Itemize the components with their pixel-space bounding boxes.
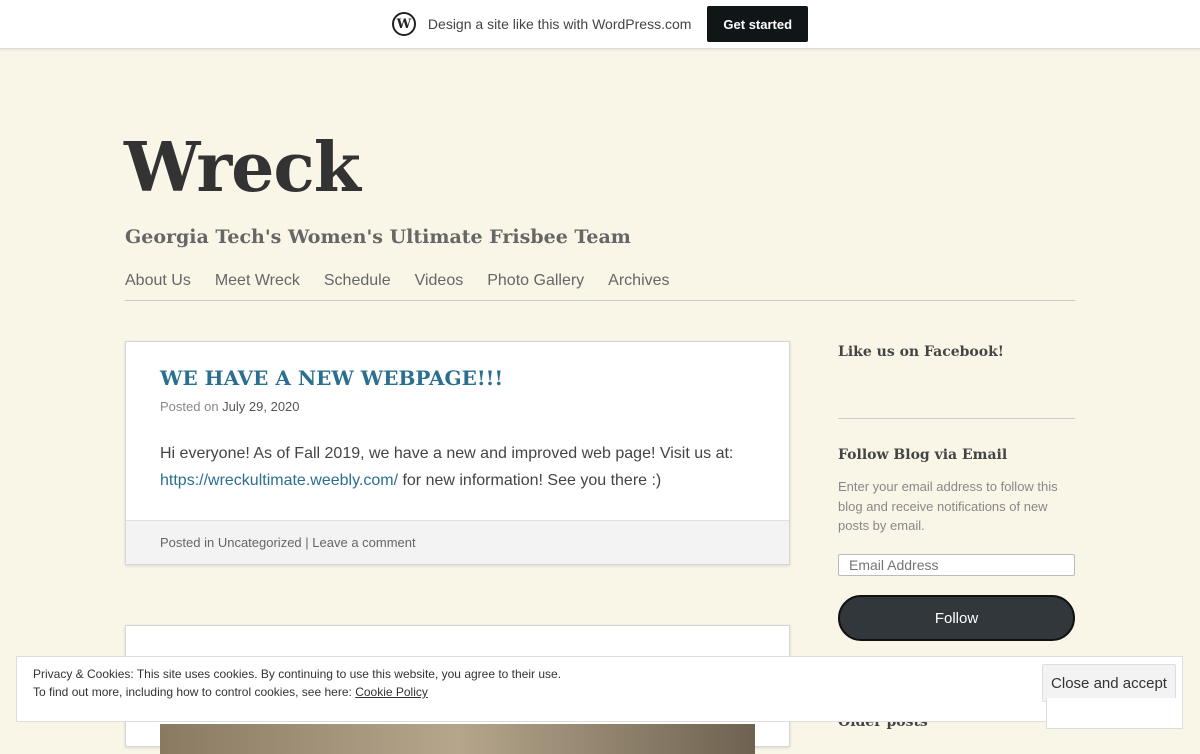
weebly-link[interactable]: https://wreckultimate.weebly.com/	[160, 472, 398, 489]
post-title[interactable]: WE HAVE A NEW WEBPAGE!!!	[160, 366, 503, 390]
cookie-policy-link[interactable]: Cookie Policy	[355, 685, 428, 699]
posted-in-label: Posted in	[160, 535, 215, 550]
sidebar-divider	[838, 418, 1075, 419]
wordpress-logo-icon[interactable]: W	[391, 12, 416, 36]
footer-separator: |	[305, 535, 309, 550]
close-and-accept-button[interactable]: Close and accept	[1042, 664, 1176, 702]
site-description: Georgia Tech's Women's Ultimate Frisbee …	[125, 226, 631, 248]
cookie-line-2: To find out more, including how to contr…	[33, 683, 561, 701]
nav-item-about-us[interactable]: About Us	[125, 272, 191, 300]
floating-follow-widget[interactable]	[1046, 698, 1183, 729]
nav-item-videos[interactable]: Videos	[415, 272, 464, 300]
cookie-line-2-text: To find out more, including how to contr…	[33, 685, 356, 699]
follow-button[interactable]: Follow	[838, 595, 1075, 641]
cookie-line-1: Privacy & Cookies: This site uses cookie…	[33, 667, 562, 681]
nav-item-meet-wreck[interactable]: Meet Wreck	[215, 272, 300, 300]
posted-on-label: Posted on	[160, 399, 219, 414]
post-date-link[interactable]: July 29, 2020	[222, 399, 299, 414]
leave-comment-link[interactable]: Leave a comment	[312, 535, 415, 550]
promo-text: Design a site like this with WordPress.c…	[427, 16, 692, 32]
follow-widget-title: Follow Blog via Email	[838, 447, 1008, 463]
facebook-widget-title: Like us on Facebook!	[838, 344, 1004, 360]
category-link[interactable]: Uncategorized	[218, 535, 302, 550]
post-content: Hi everyone! As of Fall 2019, we have a …	[160, 440, 760, 494]
post-image	[160, 724, 755, 754]
nav-item-archives[interactable]: Archives	[608, 272, 669, 300]
cookie-text: Privacy & Cookies: This site uses cookie…	[33, 665, 561, 701]
nav-item-photo-gallery[interactable]: Photo Gallery	[487, 272, 584, 300]
get-started-button[interactable]: Get started	[707, 6, 809, 42]
post-card: WE HAVE A NEW WEBPAGE!!! Posted on July …	[125, 341, 790, 565]
email-field[interactable]	[838, 554, 1075, 576]
nav-item-schedule[interactable]: Schedule	[324, 272, 391, 300]
wordpress-promo-bar: W Design a site like this with WordPress…	[0, 0, 1200, 49]
post-footer: Posted in Uncategorized | Leave a commen…	[126, 520, 789, 564]
post-text-end: for new information! See you there :)	[398, 472, 662, 489]
cookie-banner: Privacy & Cookies: This site uses cookie…	[16, 656, 1183, 722]
post-meta: Posted on July 29, 2020	[160, 399, 300, 414]
follow-description: Enter your email address to follow this …	[838, 479, 1058, 533]
site-title[interactable]: Wreck	[124, 128, 361, 208]
main-navigation: About Us Meet Wreck Schedule Videos Phot…	[125, 272, 1075, 301]
post-text-start: Hi everyone! As of Fall 2019, we have a …	[160, 445, 734, 462]
